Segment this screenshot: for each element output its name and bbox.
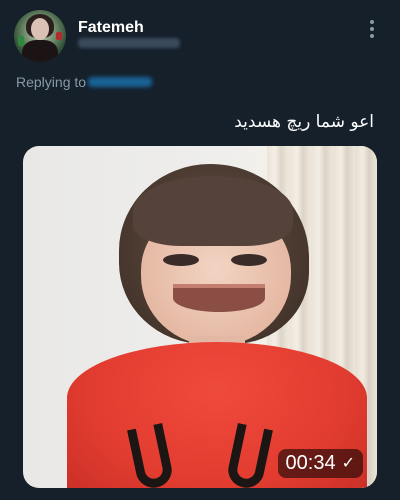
replying-to-handle-blurred[interactable] xyxy=(88,77,152,87)
more-options-dot xyxy=(370,27,374,31)
tweet-card: Fatemeh Replying to اعو شما ریچ هسدید 00… xyxy=(0,0,400,500)
more-options-icon[interactable] xyxy=(364,16,380,42)
more-options-dot xyxy=(370,34,374,38)
checkmark-icon: ✓ xyxy=(341,454,355,472)
avatar-figure-face xyxy=(31,18,49,40)
avatar-figure-body xyxy=(22,40,58,62)
child-right-eye xyxy=(231,254,267,266)
child-mouth xyxy=(173,284,265,312)
replying-to-label: Replying to xyxy=(16,74,87,90)
avatar-green-mark xyxy=(18,36,24,46)
video-thumbnail[interactable]: 00:34 ✓ xyxy=(23,146,377,488)
more-options-dot xyxy=(370,20,374,24)
child-left-eye xyxy=(163,254,199,266)
author-display-name[interactable]: Fatemeh xyxy=(78,19,144,37)
avatar-red-mark xyxy=(56,32,62,40)
child-bangs xyxy=(133,176,293,246)
video-duration-badge: 00:34 ✓ xyxy=(277,449,363,478)
tweet-text: اعو شما ریچ هسدید xyxy=(234,112,374,132)
author-handle-blurred[interactable] xyxy=(78,38,180,48)
author-avatar[interactable] xyxy=(14,10,66,62)
video-duration: 00:34 xyxy=(285,452,336,474)
